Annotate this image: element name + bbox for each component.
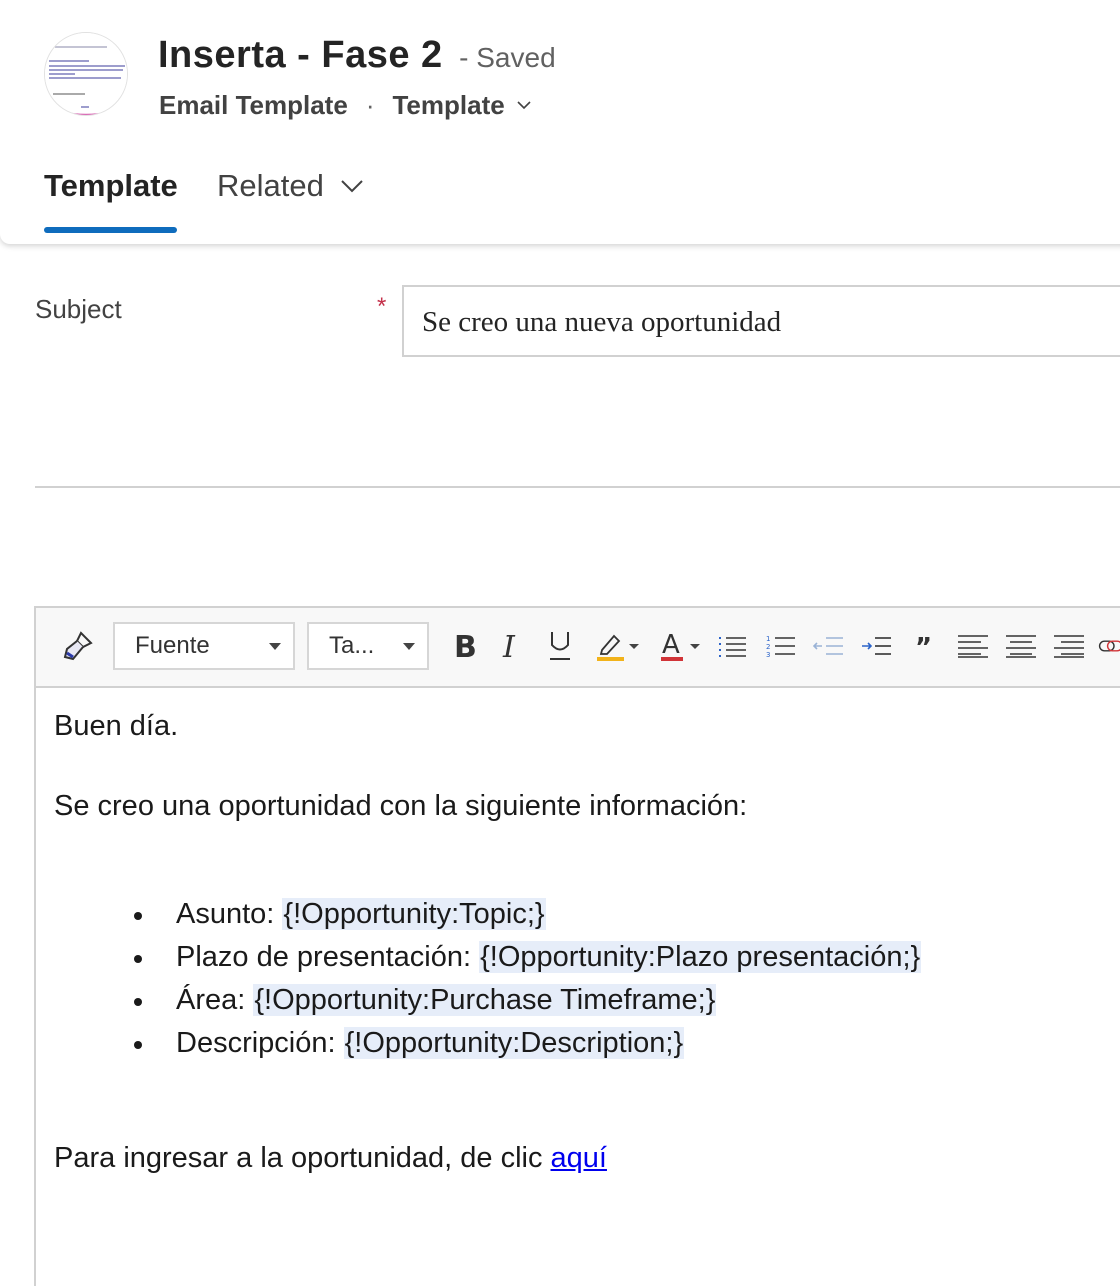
- tab-related[interactable]: Related: [217, 168, 364, 204]
- tab-related-label: Related: [217, 168, 324, 203]
- tab-selected-indicator: [44, 227, 177, 233]
- record-avatar: [44, 32, 128, 116]
- entity-type-label: Email Template: [159, 90, 348, 120]
- chevron-down-icon: [517, 101, 531, 110]
- link-icon: [1098, 640, 1120, 652]
- svg-text:B: B: [454, 631, 476, 661]
- list-item-label: Área:: [176, 984, 254, 1016]
- list-item: Asunto: {!Opportunity:Topic;}: [54, 893, 1120, 936]
- list-item-label: Plazo de presentación:: [176, 941, 480, 973]
- align-center-button[interactable]: [1004, 624, 1038, 668]
- record-title: Inserta - Fase 2: [158, 34, 443, 76]
- italic-button[interactable]: I: [496, 624, 528, 668]
- form-selector[interactable]: Template: [392, 90, 531, 121]
- underline-icon: [550, 632, 570, 660]
- greeting-text: Buen día.: [54, 710, 179, 742]
- list-item: Área: {!Opportunity:Purchase Timeframe;}: [54, 979, 1120, 1022]
- svg-text:”: ”: [915, 634, 932, 658]
- separator-dot: ·: [365, 90, 375, 120]
- chevron-down-icon: [341, 180, 363, 193]
- italic-icon: I: [502, 631, 516, 661]
- intro-text: Se creo una oportunidad con la siguiente…: [54, 790, 748, 822]
- svg-text:I: I: [502, 631, 516, 661]
- svg-text:3: 3: [766, 651, 770, 659]
- subject-label: Subject: [35, 294, 122, 324]
- placeholder-token: {!Opportunity:Topic;}: [282, 898, 546, 930]
- font-size-value: Ta...: [329, 632, 375, 659]
- increase-indent-icon: [862, 637, 891, 655]
- form-selector-label: Template: [392, 90, 505, 120]
- editor-toolbar: Fuente Ta... B I A 1 2 3 ”: [36, 608, 1120, 688]
- align-right-button[interactable]: [1052, 624, 1086, 668]
- increase-indent-button[interactable]: [860, 624, 894, 668]
- closing-paragraph: Para ingresar a la oportunidad, de clic …: [54, 1140, 1120, 1176]
- info-list: Asunto: {!Opportunity:Topic;} Plazo de p…: [54, 893, 1120, 1065]
- font-size-select[interactable]: Ta...: [307, 622, 429, 670]
- editor-body[interactable]: Buen día. Se creo una oportunidad con la…: [54, 708, 1120, 1176]
- rich-text-editor: Fuente Ta... B I A 1 2 3 ” Buen día. Se …: [34, 606, 1120, 1286]
- underline-button[interactable]: [544, 624, 576, 668]
- svg-text:1: 1: [766, 635, 770, 643]
- placeholder-token: {!Opportunity:Description;}: [343, 1027, 685, 1059]
- tab-template[interactable]: Template: [44, 168, 178, 204]
- font-family-select[interactable]: Fuente: [113, 622, 295, 670]
- highlight-color-button[interactable]: [592, 624, 642, 668]
- save-status: - Saved: [459, 42, 556, 73]
- bulleted-list-button[interactable]: [716, 624, 750, 668]
- decrease-indent-button[interactable]: [812, 624, 846, 668]
- highlighter-icon: [597, 634, 639, 661]
- bold-icon: B: [454, 631, 476, 661]
- closing-text: Para ingresar a la oportunidad, de clic: [54, 1142, 551, 1174]
- bold-button[interactable]: B: [448, 624, 480, 668]
- list-item: Descripción: {!Opportunity:Description;}: [54, 1022, 1120, 1065]
- list-item-label: Asunto:: [176, 898, 283, 930]
- align-right-icon: [1054, 635, 1084, 658]
- blockquote-button[interactable]: ”: [908, 624, 942, 668]
- list-item: Plazo de presentación: {!Opportunity:Pla…: [54, 936, 1120, 979]
- numbered-list-button[interactable]: 123: [764, 624, 798, 668]
- quote-icon: ”: [915, 634, 932, 658]
- bulleted-list-icon: [719, 637, 746, 657]
- paintbrush-icon: [63, 631, 93, 661]
- section-divider: [35, 486, 1120, 488]
- svg-text:2: 2: [766, 643, 770, 651]
- list-item-label: Descripción:: [176, 1027, 344, 1059]
- svg-text:A: A: [662, 630, 680, 660]
- template-thumbnail-icon: [45, 33, 127, 115]
- align-left-button[interactable]: [956, 624, 990, 668]
- font-color-button[interactable]: A: [658, 624, 704, 668]
- align-center-icon: [1006, 635, 1036, 658]
- caret-down-icon: [403, 643, 415, 650]
- opportunity-link[interactable]: aquí: [551, 1142, 607, 1174]
- placeholder-token: {!Opportunity:Purchase Timeframe;}: [253, 984, 717, 1016]
- font-color-icon: A: [661, 630, 700, 661]
- insert-link-button[interactable]: [1098, 624, 1120, 668]
- decrease-indent-icon: [813, 637, 843, 655]
- subject-input[interactable]: Se creo una nueva oportunidad: [402, 285, 1120, 357]
- font-family-value: Fuente: [135, 632, 210, 659]
- align-left-icon: [958, 635, 988, 658]
- numbered-list-icon: 123: [766, 635, 795, 659]
- caret-down-icon: [269, 643, 281, 650]
- required-marker: *: [377, 293, 387, 320]
- placeholder-token: {!Opportunity:Plazo presentación;}: [479, 941, 922, 973]
- record-header: Inserta - Fase 2 - Saved Email Template …: [0, 0, 1120, 244]
- format-painter-button[interactable]: [58, 624, 98, 668]
